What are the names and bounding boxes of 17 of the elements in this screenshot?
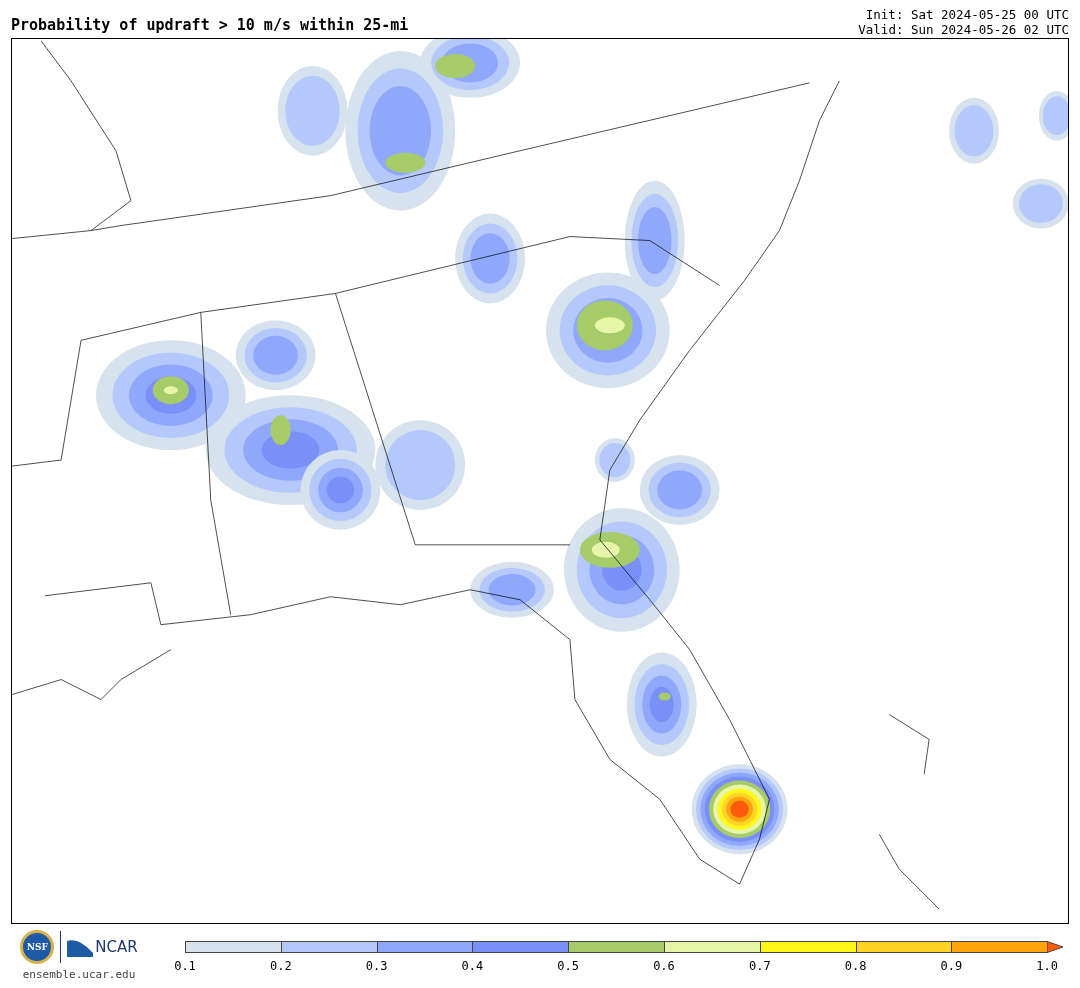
colorbar-tick-label: 0.6 (652, 959, 676, 973)
colorbar-tick-label: 0.1 (173, 959, 197, 973)
colorbar-tick-label: 0.9 (939, 959, 964, 973)
colorbar-tick-label: 1.0 (1035, 959, 1059, 973)
colorbar-tick-label: 0.4 (460, 959, 485, 973)
init-time: Init: Sat 2024-05-25 00 UTC (865, 7, 1069, 22)
colorbar-tick-label: 0.3 (364, 959, 389, 973)
map-title: Probability of updraft > 10 m/s within 25-mi (11, 16, 409, 36)
colorbar-tick-label: 0.7 (747, 959, 772, 973)
website-url: ensemble.ucar.edu (22, 968, 136, 981)
ncar-logo: NCAR (95, 938, 138, 956)
colorbar-tick-label: 0.2 (268, 959, 293, 973)
valid-time: Valid: Sun 2024-05-26 02 UTC (858, 22, 1069, 37)
ncar-swoosh-icon (67, 937, 94, 957)
colorbar-tick-label: 0.5 (556, 959, 581, 973)
nsf-logo: NSF (20, 930, 55, 964)
colorbar-tick-label: 0.8 (843, 959, 868, 973)
